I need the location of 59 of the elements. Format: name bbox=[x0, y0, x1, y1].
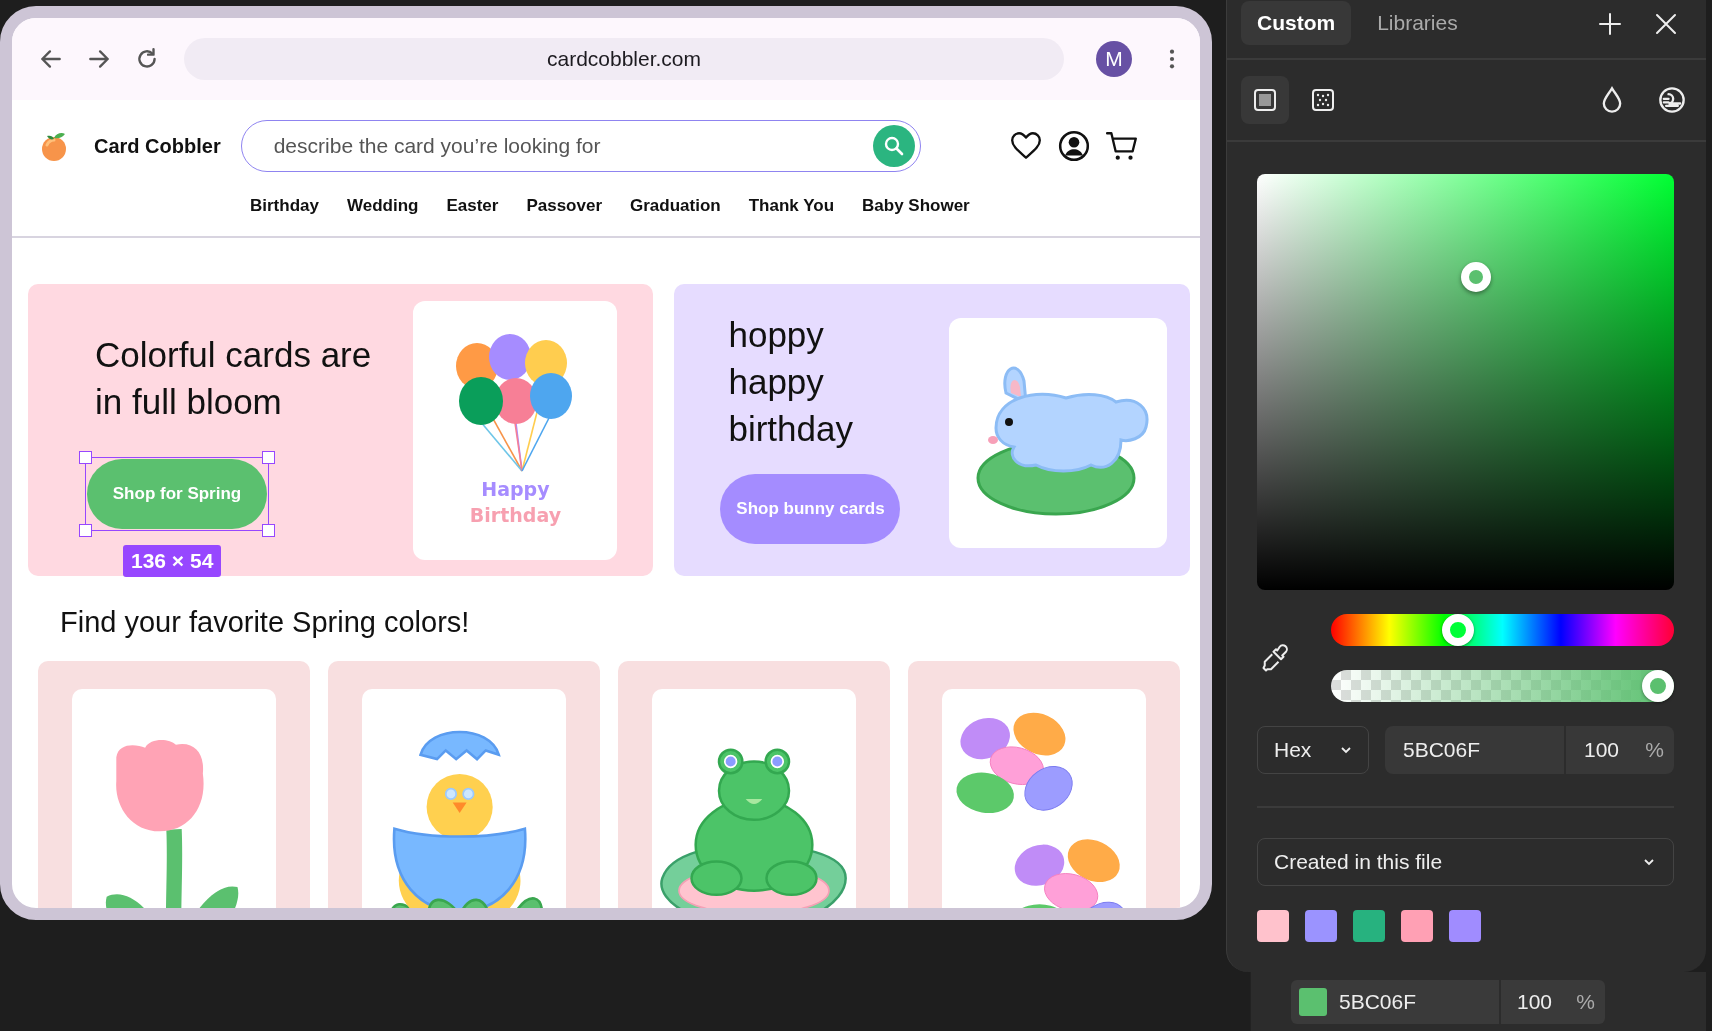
resize-handle[interactable] bbox=[262, 451, 275, 464]
chevron-down-icon bbox=[1643, 858, 1655, 866]
product-card[interactable] bbox=[618, 661, 890, 908]
account-icon[interactable] bbox=[1056, 129, 1091, 163]
category-link[interactable]: Easter bbox=[446, 196, 499, 216]
category-link[interactable]: Birthday bbox=[250, 196, 319, 216]
banner-headline: Colorful cards are in full bloom bbox=[95, 334, 373, 423]
category-link[interactable]: Wedding bbox=[346, 196, 419, 216]
opacity-input[interactable]: 100 % bbox=[1566, 726, 1674, 774]
format-dropdown[interactable]: Hex bbox=[1257, 726, 1369, 774]
percent-sign: % bbox=[1645, 738, 1664, 762]
category-link[interactable]: Passover bbox=[526, 196, 603, 216]
color-thumb[interactable] bbox=[1461, 261, 1492, 292]
saturation-field[interactable] bbox=[1257, 174, 1674, 590]
color-chip[interactable] bbox=[1299, 987, 1327, 1016]
color-swatch[interactable] bbox=[1305, 910, 1337, 942]
panel-tab[interactable]: Libraries bbox=[1361, 1, 1474, 45]
opacity-value: 100 bbox=[1584, 738, 1620, 762]
solid-square-icon bbox=[1253, 88, 1277, 112]
category-link[interactable]: Thank You bbox=[748, 196, 835, 216]
format-label: Hex bbox=[1274, 738, 1312, 762]
chevron-down-icon bbox=[1340, 746, 1352, 754]
product-card[interactable] bbox=[328, 661, 600, 908]
dotted-square-icon bbox=[1311, 88, 1335, 112]
opacity-slider[interactable] bbox=[1331, 670, 1674, 702]
hex-input[interactable]: 5BC06F bbox=[1385, 726, 1564, 774]
card-greeting-text: Birthday bbox=[469, 503, 562, 528]
solid-fill-button[interactable] bbox=[1241, 76, 1289, 124]
fill-opacity-value[interactable]: 100 bbox=[1517, 989, 1553, 1014]
profile-avatar[interactable]: M bbox=[1096, 41, 1132, 77]
hue-thumb[interactable] bbox=[1441, 614, 1474, 646]
dimension-badge: 136 × 54 bbox=[123, 545, 222, 577]
blend-mode-icon[interactable] bbox=[1658, 86, 1686, 114]
add-icon[interactable] bbox=[1598, 12, 1622, 36]
color-swatch[interactable] bbox=[1257, 910, 1289, 942]
resize-handle[interactable] bbox=[79, 524, 92, 537]
section-heading: Find your favorite Spring colors! bbox=[60, 606, 471, 639]
opacity-thumb[interactable] bbox=[1642, 670, 1674, 702]
percent-sign: % bbox=[1576, 989, 1595, 1014]
card-greeting-text: Happy bbox=[481, 477, 550, 502]
resize-handle[interactable] bbox=[79, 451, 92, 464]
close-icon[interactable] bbox=[1654, 12, 1678, 36]
color-swatch[interactable] bbox=[1353, 910, 1385, 942]
panel-tab[interactable]: Custom bbox=[1241, 1, 1352, 45]
banner-headline: hoppy happy birthday bbox=[728, 314, 854, 450]
cart-icon[interactable] bbox=[1104, 129, 1139, 163]
search-field[interactable]: describe the card you’re looking for bbox=[240, 120, 921, 172]
address-bar[interactable]: cardcobbler.com bbox=[184, 38, 1064, 80]
category-link[interactable]: Graduation bbox=[630, 196, 721, 216]
eyedropper-icon[interactable] bbox=[1261, 643, 1291, 673]
resize-handle[interactable] bbox=[262, 524, 275, 537]
brand-name: Card Cobbler bbox=[94, 134, 221, 158]
library-dropdown[interactable]: Created in this file bbox=[1257, 838, 1674, 886]
library-label: Created in this file bbox=[1274, 850, 1443, 874]
color-swatch[interactable] bbox=[1401, 910, 1433, 942]
more-menu-icon[interactable] bbox=[1168, 48, 1176, 70]
category-link[interactable]: Baby Shower bbox=[862, 196, 970, 216]
color-swatch[interactable] bbox=[1449, 910, 1481, 942]
hue-slider[interactable] bbox=[1331, 614, 1674, 646]
